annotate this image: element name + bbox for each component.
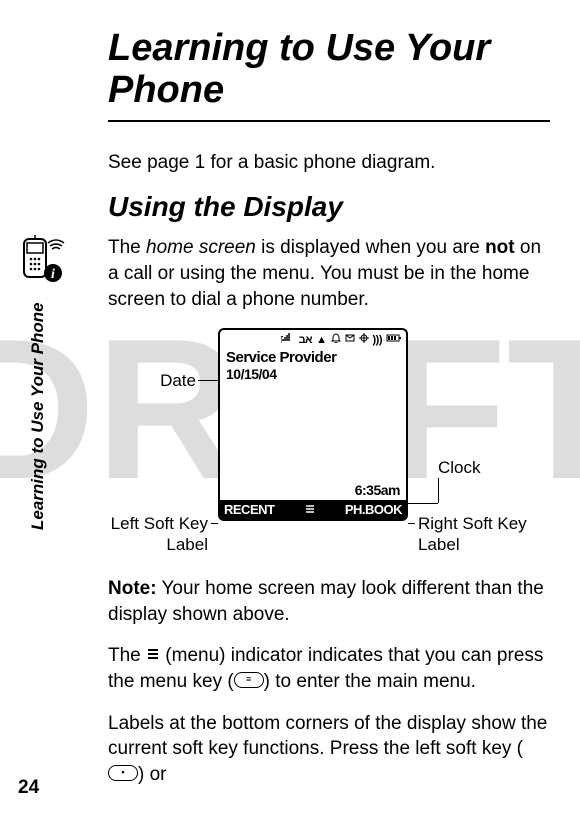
hebrew-icon: אב [299,334,313,346]
note-paragraph: Note: Your home screen may look differen… [108,576,550,627]
leader-line [438,478,439,503]
service-provider-label: Service Provider [220,349,406,366]
leader-line [408,523,415,524]
callout-left-softkey: Left Soft Key Label [98,514,208,555]
menu-indicator-paragraph: The (menu) indicator indicates that you … [108,643,550,694]
status-bar: אב ▲ ))) [220,330,406,349]
screen-date: 10/15/04 [220,366,406,382]
callout-clock: Clock [438,458,481,478]
menu-glyph-icon [146,648,160,660]
home-screen-paragraph: The home screen is displayed when you ar… [108,235,550,312]
callout-right-softkey: Right Soft Key Label [418,514,550,555]
left-soft-key-icon: • [108,765,138,781]
right-softkey-label: PH.BOOK [345,502,402,517]
softkey-bar: RECENT PH.BOOK [220,500,406,519]
info-phone-icon: i [18,235,74,290]
leader-line [211,523,218,524]
softkey-paragraph: Labels at the bottom corners of the disp… [108,711,550,788]
bell-icon [331,333,341,346]
chapter-title: Learning to Use Your Phone [108,28,550,112]
svg-text:i: i [51,267,55,282]
signal-icon [281,333,295,346]
intro-paragraph: See page 1 for a basic phone diagram. [108,150,550,176]
vibrate-icon: ))) [373,334,383,346]
menu-key-icon: ≡ [234,672,264,688]
battery-icon [386,333,402,346]
leader-line [198,380,218,381]
leader-line [408,503,438,504]
left-softkey-label: RECENT [224,502,274,517]
msg-icon [345,333,355,346]
title-rule [108,120,550,122]
screen-diagram: אב ▲ ))) Service Provider 10/15/04 6 [108,328,550,558]
screen-body [220,382,406,482]
screen-clock: 6:35am [220,482,406,500]
callout-date: Date [136,371,196,391]
page-content: Learning to Use Your Phone See page 1 fo… [0,0,580,788]
section-heading: Using the Display [108,191,550,223]
menu-indicator-icon [305,503,315,517]
triangle-up-icon: ▲ [316,334,326,346]
phone-screen-outline: אב ▲ ))) Service Provider 10/15/04 6 [218,328,408,521]
location-icon [359,333,369,346]
